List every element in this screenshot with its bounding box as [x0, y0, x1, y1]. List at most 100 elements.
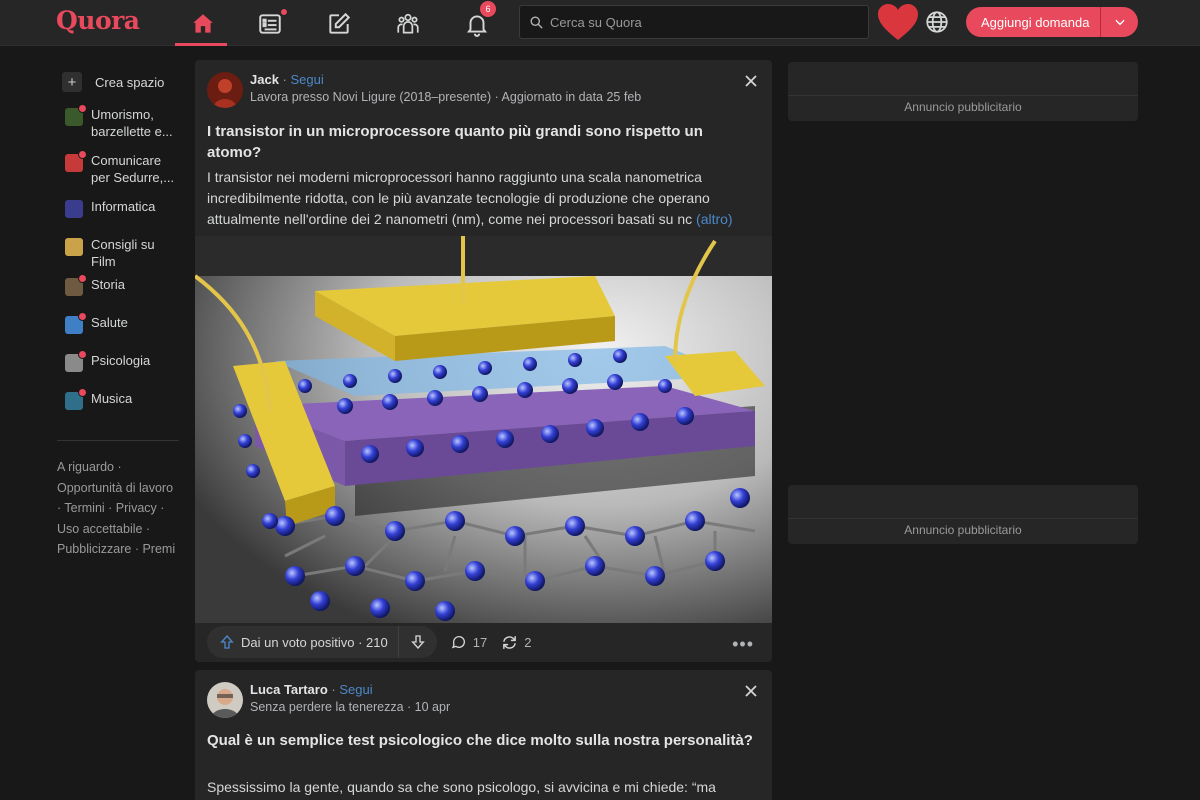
reshare-icon	[503, 635, 517, 649]
close-icon[interactable]	[744, 74, 758, 88]
unread-dot	[78, 274, 87, 283]
feed-post-card: Jack · Segui Lavora presso Novi Ligure (…	[195, 60, 772, 662]
sidebar-item-psicologia[interactable]: Psicologia	[57, 350, 179, 388]
space-thumbnail-icon	[65, 104, 87, 126]
sidebar-item-umorismo[interactable]: Umorismo, barzellette e...	[57, 104, 179, 142]
quora-logo[interactable]: Quora	[56, 6, 140, 35]
sidebar-item-label: Comunicare per Sedurre,...	[91, 153, 175, 185]
list-icon	[259, 14, 281, 34]
upvote-label: Dai un voto positivo	[241, 634, 355, 650]
upvote-count: 210	[366, 634, 388, 650]
author-credential: Lavora presso Novi Ligure (2018–presente…	[250, 90, 642, 104]
sidebar-divider	[57, 440, 179, 441]
chevron-down-icon	[1114, 19, 1125, 26]
question-title[interactable]: Qual è un semplice test psicologico che …	[207, 730, 757, 751]
ad-slot: Annuncio pubblicitario	[788, 485, 1138, 544]
upvote-arrow-icon	[220, 634, 234, 649]
sidebar-item-storia[interactable]: Storia	[57, 274, 179, 312]
pencil-square-icon	[329, 12, 351, 34]
follow-link[interactable]: Segui	[339, 682, 372, 697]
author-avatar[interactable]	[207, 682, 243, 718]
add-question-label: Aggiungi domanda	[981, 14, 1090, 30]
answer-preview[interactable]: Spessissimo la gente, quando sa che sono…	[207, 777, 767, 798]
follow-link[interactable]: Segui	[291, 72, 324, 87]
feed-post-card: Luca Tartaro · Segui Senza perdere la te…	[195, 670, 772, 800]
ad-label: Annuncio pubblicitario	[904, 100, 1022, 114]
heart-icon[interactable]	[876, 2, 920, 42]
sidebar-item-label: Umorismo, barzellette e...	[91, 107, 173, 139]
space-thumbnail-icon	[65, 238, 83, 256]
more-options-icon[interactable]: •••	[732, 634, 754, 655]
add-question-dropdown[interactable]	[1101, 15, 1138, 29]
comment-icon	[451, 636, 465, 649]
share-count: 2	[524, 634, 532, 650]
unread-dot	[78, 312, 87, 321]
home-nav-button[interactable]	[175, 6, 231, 42]
close-icon[interactable]	[744, 684, 758, 698]
space-thumbnail-icon	[65, 350, 87, 372]
space-thumbnail-icon	[65, 388, 87, 410]
author-credential: Senza perdere la tenerezza · 10 apr	[250, 700, 451, 714]
home-icon	[193, 14, 213, 33]
answer-preview[interactable]: I transistor nei moderni microprocessori…	[207, 167, 767, 230]
downvote-arrow-icon	[410, 635, 425, 650]
unread-dot	[280, 8, 288, 16]
answer-image[interactable]	[195, 236, 772, 623]
ad-divider	[788, 518, 1138, 519]
sidebar-item-salute[interactable]: Salute	[57, 312, 179, 350]
sidebar-item-informatica[interactable]: Informatica	[57, 198, 179, 234]
globe-icon[interactable]	[924, 9, 950, 35]
unread-dot	[78, 350, 87, 359]
post-actions: Dai un voto positivo · 210 17 2	[207, 626, 531, 658]
ad-slot: Annuncio pubblicitario	[788, 62, 1138, 121]
following-nav-button[interactable]	[242, 6, 298, 42]
post-author-row: Jack · Segui Lavora presso Novi Ligure (…	[207, 72, 641, 108]
answer-nav-button[interactable]	[311, 6, 367, 42]
more-link[interactable]: (altro)	[696, 211, 733, 227]
space-thumbnail-icon	[65, 200, 83, 218]
share-button[interactable]: 2	[501, 634, 531, 651]
question-title[interactable]: I transistor in un microprocessore quant…	[207, 121, 757, 163]
notifications-nav-button[interactable]: 6	[449, 1, 505, 42]
sidebar-item-label: Informatica	[91, 199, 156, 214]
spaces-nav-button[interactable]	[380, 6, 436, 42]
comments-button[interactable]: 17	[451, 634, 487, 650]
sidebar-item-label: Salute	[91, 315, 128, 330]
sidebar-item-consigli-film[interactable]: Consigli su Film	[57, 236, 179, 272]
space-thumbnail-icon	[65, 274, 87, 296]
people-icon	[397, 13, 419, 34]
author-avatar[interactable]	[207, 72, 243, 108]
unread-dot	[78, 104, 87, 113]
left-sidebar: + Crea spazio Umorismo, barzellette e...…	[57, 64, 179, 560]
space-thumbnail-icon	[65, 150, 87, 172]
sidebar-item-label: Psicologia	[91, 353, 151, 368]
unread-dot	[78, 388, 87, 397]
notification-badge: 6	[480, 1, 496, 17]
sidebar-item-musica[interactable]: Musica	[57, 388, 179, 426]
add-question-button[interactable]: Aggiungi domanda	[966, 7, 1138, 37]
unread-dot	[78, 150, 87, 159]
space-thumbnail-icon	[65, 312, 87, 334]
sidebar-item-comunicare[interactable]: Comunicare per Sedurre,...	[57, 150, 179, 188]
vote-pill: Dai un voto positivo · 210	[207, 626, 437, 658]
ad-label: Annuncio pubblicitario	[904, 523, 1022, 537]
author-name[interactable]: Luca Tartaro	[250, 682, 328, 697]
answer-text: I transistor nei moderni microprocessori…	[207, 169, 710, 227]
ad-divider	[788, 95, 1138, 96]
author-name[interactable]: Jack	[250, 72, 279, 87]
top-navbar: Quora 6 Aggiungi domanda	[0, 0, 1200, 46]
footer-links[interactable]: A riguardo · Opportunità di lavoro · Ter…	[57, 457, 179, 560]
search-input[interactable]	[550, 14, 850, 30]
search-icon	[530, 16, 543, 29]
active-tab-indicator	[175, 43, 227, 46]
create-space-label: Crea spazio	[95, 74, 165, 90]
upvote-button[interactable]: Dai un voto positivo · 210	[207, 626, 399, 658]
downvote-button[interactable]	[399, 634, 437, 650]
post-author-row: Luca Tartaro · Segui Senza perdere la te…	[207, 682, 450, 718]
plus-icon: +	[62, 72, 82, 92]
create-space-button[interactable]: + Crea spazio	[57, 64, 179, 100]
search-bar[interactable]	[519, 5, 869, 39]
sidebar-item-label: Storia	[91, 277, 125, 292]
comment-count: 17	[472, 634, 488, 650]
sidebar-item-label: Consigli su Film	[91, 237, 155, 269]
